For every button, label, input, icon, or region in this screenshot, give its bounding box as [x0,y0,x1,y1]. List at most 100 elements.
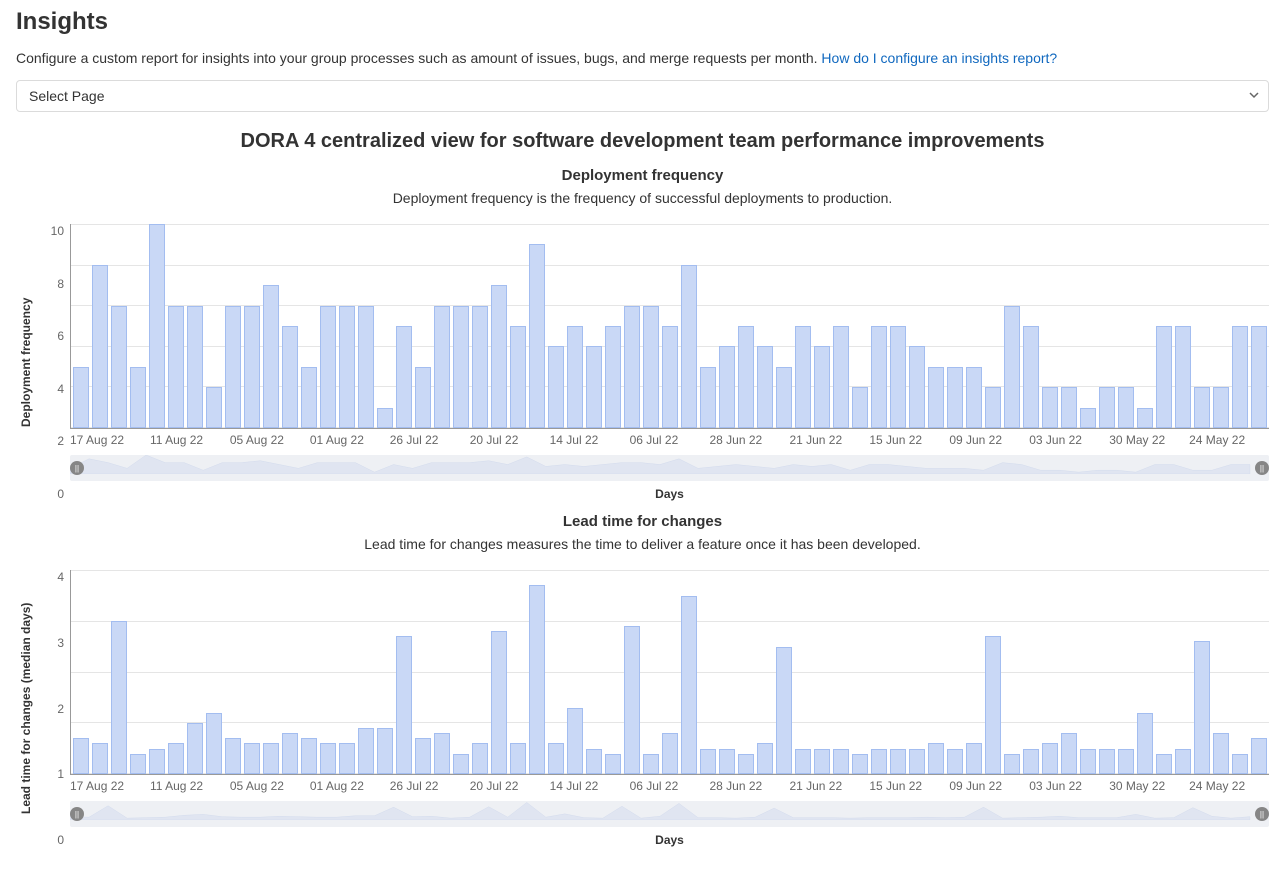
bar[interactable] [985,387,1001,428]
bar[interactable] [529,585,545,774]
bar[interactable] [529,244,545,428]
bar[interactable] [453,754,469,774]
bar[interactable] [206,387,222,428]
bar[interactable] [92,743,108,774]
bar[interactable] [396,326,412,428]
bar[interactable] [1118,387,1134,428]
bar[interactable] [567,708,583,774]
bar[interactable] [453,306,469,428]
bar[interactable] [149,224,165,428]
bar[interactable] [358,728,374,774]
bar[interactable] [1137,408,1153,428]
bar[interactable] [643,754,659,774]
bar[interactable] [624,626,640,774]
bar[interactable] [111,306,127,428]
bar[interactable] [909,749,925,775]
bar[interactable] [301,367,317,428]
range-handle-right[interactable]: || [1255,461,1269,475]
bar[interactable] [928,743,944,774]
bar[interactable] [1080,749,1096,775]
bar[interactable] [225,738,241,774]
bar[interactable] [833,749,849,775]
bar[interactable] [795,326,811,428]
bar[interactable] [814,749,830,775]
bar[interactable] [1251,738,1267,774]
bar[interactable] [1232,754,1248,774]
range-slider[interactable]: || || [70,455,1269,481]
bar[interactable] [700,367,716,428]
bar[interactable] [1042,743,1058,774]
bar[interactable] [719,749,735,775]
bar[interactable] [472,743,488,774]
bar[interactable] [928,367,944,428]
bar[interactable] [947,367,963,428]
bar[interactable] [472,306,488,428]
bar[interactable] [320,306,336,428]
bar[interactable] [1023,326,1039,428]
bar[interactable] [301,738,317,774]
bar[interactable] [1061,733,1077,774]
bar[interactable] [1156,326,1172,428]
bar[interactable] [1061,387,1077,428]
bar[interactable] [966,743,982,774]
bar[interactable] [567,326,583,428]
bar[interactable] [1175,326,1191,428]
bar[interactable] [244,306,260,428]
bar[interactable] [339,743,355,774]
bar[interactable] [776,367,792,428]
bar[interactable] [757,743,773,774]
bar[interactable] [396,636,412,774]
bar[interactable] [491,285,507,428]
bar[interactable] [1194,387,1210,428]
bar[interactable] [1213,387,1229,428]
bar[interactable] [491,631,507,774]
bar[interactable] [1118,749,1134,775]
help-link[interactable]: How do I configure an insights report? [821,50,1057,66]
bar[interactable] [339,306,355,428]
page-select[interactable]: Select Page [16,80,1269,112]
bar[interactable] [757,346,773,428]
bar[interactable] [738,326,754,428]
bar[interactable] [206,713,222,774]
bar[interactable] [510,326,526,428]
bar[interactable] [320,743,336,774]
bar[interactable] [187,306,203,428]
bar[interactable] [814,346,830,428]
bar[interactable] [111,621,127,774]
bar[interactable] [1004,306,1020,428]
bar[interactable] [1099,749,1115,775]
bar[interactable] [415,738,431,774]
bar[interactable] [149,749,165,775]
bar[interactable] [130,754,146,774]
bar[interactable] [510,743,526,774]
bar[interactable] [681,265,697,428]
bar[interactable] [871,326,887,428]
bar[interactable] [92,265,108,428]
bar[interactable] [434,306,450,428]
range-slider[interactable]: |||| [70,801,1269,827]
bar[interactable] [909,346,925,428]
bar[interactable] [434,733,450,774]
bar[interactable] [1156,754,1172,774]
bar[interactable] [947,749,963,775]
bar[interactable] [1004,754,1020,774]
bar[interactable] [1080,408,1096,428]
bar[interactable] [1251,326,1267,428]
bar[interactable] [662,326,678,428]
bar[interactable] [833,326,849,428]
bar[interactable] [624,306,640,428]
bar[interactable] [1023,749,1039,775]
bar[interactable] [719,346,735,428]
bar[interactable] [700,749,716,775]
bar[interactable] [415,367,431,428]
bar[interactable] [282,326,298,428]
bar[interactable] [130,367,146,428]
bar[interactable] [1137,713,1153,774]
bar[interactable] [548,346,564,428]
bar[interactable] [1099,387,1115,428]
range-handle-left[interactable]: || [70,461,84,475]
bar[interactable] [168,306,184,428]
bar[interactable] [795,749,811,775]
bar[interactable] [586,346,602,428]
bar[interactable] [605,754,621,774]
